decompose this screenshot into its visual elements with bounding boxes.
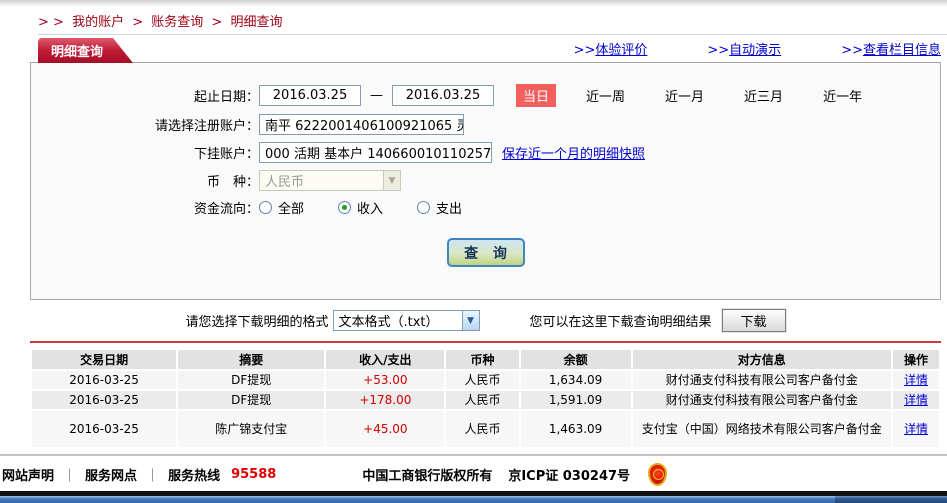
top-links: >>体验评价 >>自动演示 >>查看栏目信息 [574,39,941,62]
quick-ranges: 近一周 近一月 近三月 近一年 [586,86,862,105]
copyright-text: 中国工商银行版权所有 [362,469,493,484]
date-range-label: 起止日期： [193,90,259,105]
bottom-blue-bar [0,496,947,503]
column-info-link[interactable]: >>查看栏目信息 [841,39,941,58]
chevron-down-icon: ▼ [461,311,479,330]
col-summary: 摘要 [178,350,325,369]
page: > > 我的账户 > 账务查询 > 明细查询 明细查询 >>体验评价 >>自动演… [0,0,947,503]
currency-label: 币 种： [206,175,259,190]
breadcrumb: > > 我的账户 > 账务查询 > 明细查询 [0,6,947,34]
chevron-down-icon: ▼ [383,171,400,190]
start-date-input[interactable] [259,85,361,106]
icp-license: 京ICP证 030247号 [508,469,631,484]
range-quarter-button[interactable]: 近三月 [744,86,783,105]
radio-unchecked-icon [417,201,431,214]
breadcrumb-item-my-account[interactable]: 我的账户 [72,15,124,30]
table-header-row: 交易日期 摘要 收入/支出 币种 余额 对方信息 操作 [32,350,939,369]
save-snapshot-link[interactable]: 保存近一个月的明细快照 [502,143,645,162]
sub-account-row: 下挂账户： 000 活期 基本户 1406600101102571848 ▼ 保… [31,142,940,163]
flow-expense-radio[interactable]: 支出 [417,198,462,217]
currency-row: 币 种： 人民币 ▼ [31,170,940,191]
detail-link[interactable]: 详情 [904,373,928,387]
tab-row: 明细查询 >>体验评价 >>自动演示 >>查看栏目信息 [30,39,941,62]
flow-direction-row: 资金流向： 全部 收入 支出 [31,198,940,217]
breadcrumb-item-detail-query[interactable]: 明细查询 [230,15,282,30]
table-row: 2016-03-25 DF提现 +178.00 人民币 1,591.09 财付通… [32,391,939,409]
col-date: 交易日期 [32,350,177,369]
range-month-button[interactable]: 近一月 [665,86,704,105]
end-date-input[interactable] [392,85,494,106]
range-today-button[interactable]: 当日 [516,84,557,107]
date-dash: — [370,88,383,103]
breadcrumb-separator: > [211,15,223,30]
date-range-row: 起止日期： — 当日 近一周 近一月 近三月 近一年 [31,84,940,107]
range-year-button[interactable]: 近一年 [823,86,862,105]
sub-account-select[interactable]: 000 活期 基本户 1406600101102571848 ▼ [259,142,492,163]
table-row: 2016-03-25 DF提现 +53.00 人民币 1,634.09 财付通支… [32,371,939,389]
flow-radio-group: 全部 收入 支出 [259,198,462,217]
download-hint: 您可以在这里下载查询明细结果 [529,315,712,330]
col-balance: 余额 [520,350,631,369]
hotline-number: 95588 [231,467,277,482]
icbc-emblem-icon[interactable] [648,463,668,486]
flow-income-radio[interactable]: 收入 [338,198,383,217]
col-action: 操作 [892,350,939,369]
register-account-select[interactable]: 南平 6222001406100921065 灵通卡 ▼ [259,114,464,135]
main-content: 明细查询 >>体验评价 >>自动演示 >>查看栏目信息 起止日期： — 当日 近… [30,39,941,449]
download-format-label: 请您选择下载明细的格式 [185,315,329,330]
detail-link[interactable]: 详情 [904,393,928,407]
breadcrumb-prefix: > > [38,15,64,30]
register-account-label: 请选择注册账户： [154,119,259,134]
col-currency: 币种 [446,350,519,369]
breadcrumb-separator: > [132,15,144,30]
download-row: 请您选择下载明细的格式 文本格式（.txt） ▼ 您可以在这里下载查询明细结果 … [30,309,941,332]
flow-all-radio[interactable]: 全部 [259,198,304,217]
footer-copyright: 中国工商银行版权所有 京ICP证 030247号 [362,465,630,484]
bottom-blue-bar-dark-segment [835,496,947,503]
breadcrumb-divider [38,34,947,35]
range-week-button[interactable]: 近一周 [586,86,625,105]
query-form-panel: 起止日期： — 当日 近一周 近一月 近三月 近一年 请选择注册账户： 南平 6… [30,62,941,300]
radio-unchecked-icon [259,201,272,214]
sub-account-label: 下挂账户： [193,147,259,162]
service-branches-link[interactable]: 服务网点 [85,465,137,484]
table-row: 2016-03-25 陈广锦支付宝 +45.00 人民币 1,463.09 支付… [32,411,939,447]
radio-checked-icon [338,201,352,214]
auto-demo-link[interactable]: >>自动演示 [707,39,781,58]
tab-detail-query[interactable]: 明细查询 [38,38,133,63]
site-statement-link[interactable]: 网站声明 [2,465,54,484]
detail-link[interactable]: 详情 [904,422,928,436]
transactions-table: 交易日期 摘要 收入/支出 币种 余额 对方信息 操作 2016-03-25 D… [30,348,941,449]
download-button[interactable]: 下载 [721,309,786,332]
download-format-select[interactable]: 文本格式（.txt） ▼ [332,310,480,331]
breadcrumb-item-account-query[interactable]: 账务查询 [151,15,203,30]
footer: 网站声明 ｜ 服务网点 ｜ 服务热线 95588 中国工商银行版权所有 京ICP… [0,454,947,503]
experience-rating-link[interactable]: >>体验评价 [574,39,648,58]
footer-links: 网站声明 ｜ 服务网点 ｜ 服务热线 95588 [2,465,277,484]
col-counterparty: 对方信息 [632,350,891,369]
flow-direction-label: 资金流向： [193,202,259,217]
table-top-divider [30,341,941,343]
query-button[interactable]: 查 询 [446,238,525,267]
col-amount: 收入/支出 [326,350,445,369]
register-account-row: 请选择注册账户： 南平 6222001406100921065 灵通卡 ▼ [31,114,940,135]
currency-select-disabled: 人民币 ▼ [259,170,401,191]
hotline-label: 服务热线 [168,469,221,484]
